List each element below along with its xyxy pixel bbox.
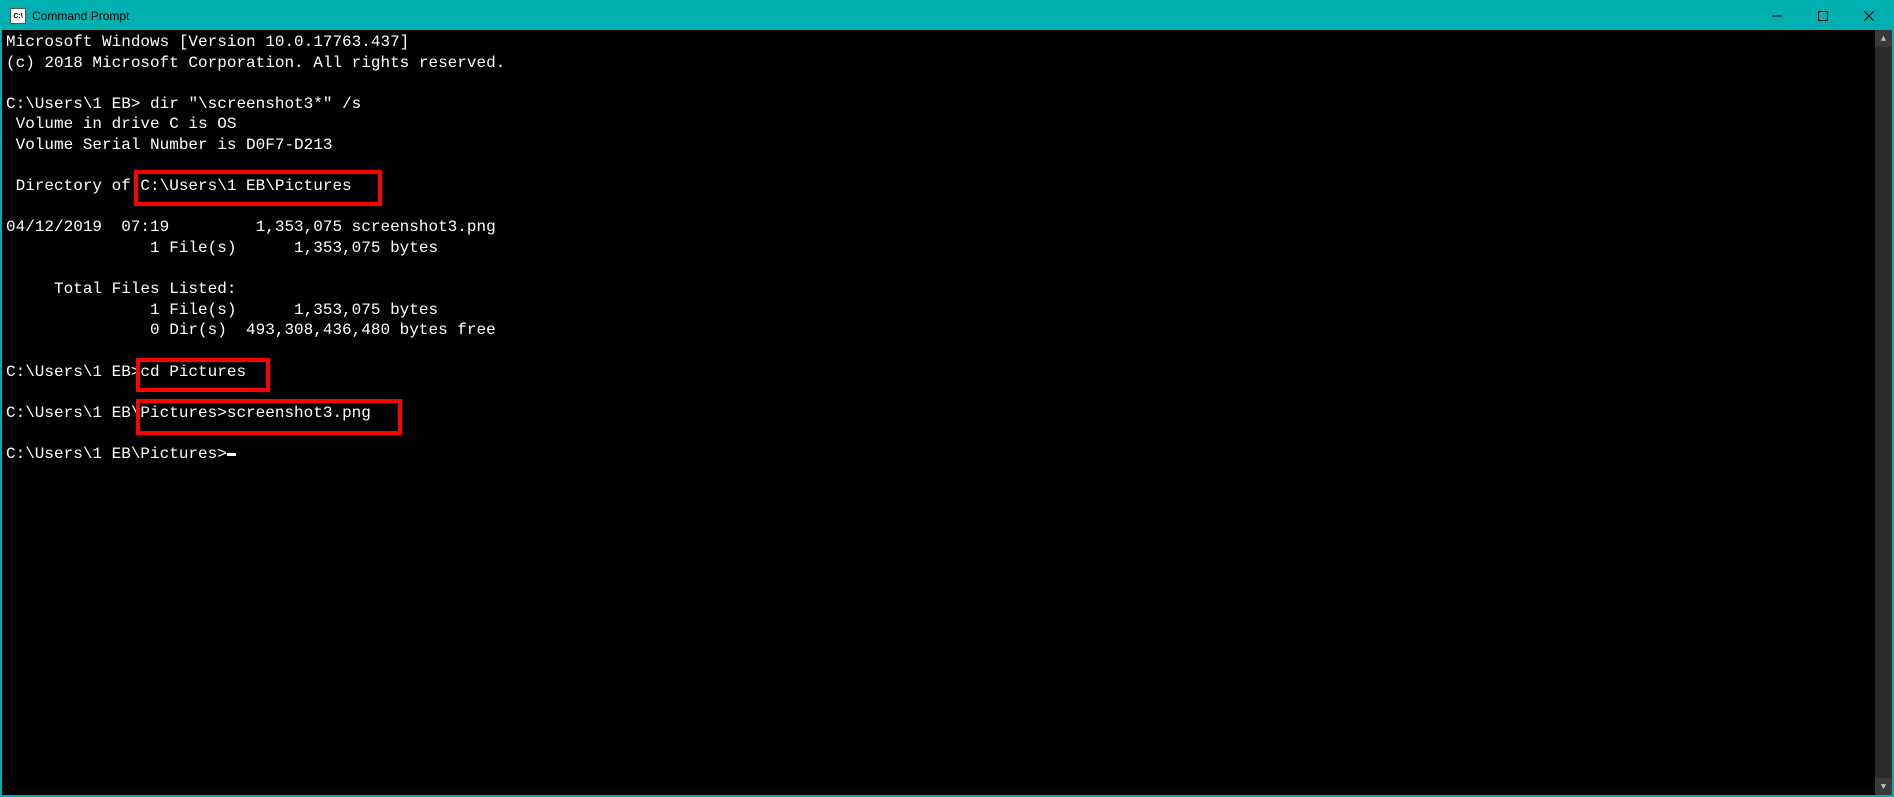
- total-files-label: Total Files Listed:: [6, 280, 236, 298]
- titlebar[interactable]: C:\ Command Prompt: [2, 2, 1892, 30]
- text-cursor: [227, 453, 236, 456]
- close-button[interactable]: [1846, 2, 1892, 30]
- window-title: Command Prompt: [32, 9, 129, 23]
- volume-line-2: Volume Serial Number is D0F7-D213: [6, 136, 332, 154]
- prompt-3-mid: Pictures>: [140, 404, 226, 422]
- volume-line-1: Volume in drive C is OS: [6, 115, 236, 133]
- prompt-1: C:\Users\1 EB>: [6, 95, 150, 113]
- scroll-down-button[interactable]: ▼: [1875, 778, 1892, 795]
- copyright-line: (c) 2018 Microsoft Corporation. All righ…: [6, 54, 505, 72]
- prompt-3-prefix: C:\Users\1 EB\: [6, 404, 140, 422]
- command-dir: dir "\screenshot3*" /s: [150, 95, 361, 113]
- os-version-line: Microsoft Windows [Version 10.0.17763.43…: [6, 33, 409, 51]
- terminal-output[interactable]: Microsoft Windows [Version 10.0.17763.43…: [2, 30, 1875, 795]
- vertical-scrollbar[interactable]: ▲ ▼: [1875, 30, 1892, 795]
- command-open-file: screenshot3.png: [227, 404, 371, 422]
- total-files-row: 1 File(s) 1,353,075 bytes: [6, 301, 438, 319]
- directory-of-prefix: Directory of: [6, 177, 140, 195]
- prompt-4: C:\Users\1 EB\Pictures>: [6, 445, 227, 463]
- directory-path: C:\Users\1 EB\Pictures: [140, 177, 351, 195]
- total-dirs-row: 0 Dir(s) 493,308,436,480 bytes free: [6, 321, 496, 339]
- file-listing-row: 04/12/2019 07:19 1,353,075 screenshot3.p…: [6, 218, 496, 236]
- cmd-icon: C:\: [10, 8, 26, 24]
- prompt-2: C:\Users\1 EB>: [6, 363, 140, 381]
- client-area: Microsoft Windows [Version 10.0.17763.43…: [2, 30, 1892, 795]
- scroll-up-button[interactable]: ▲: [1875, 30, 1892, 47]
- minimize-button[interactable]: [1754, 2, 1800, 30]
- command-cd: cd Pictures: [140, 363, 246, 381]
- maximize-button[interactable]: [1800, 2, 1846, 30]
- command-prompt-window: C:\ Command Prompt Microsoft Windows [Ve…: [0, 0, 1894, 797]
- file-count-row: 1 File(s) 1,353,075 bytes: [6, 239, 438, 257]
